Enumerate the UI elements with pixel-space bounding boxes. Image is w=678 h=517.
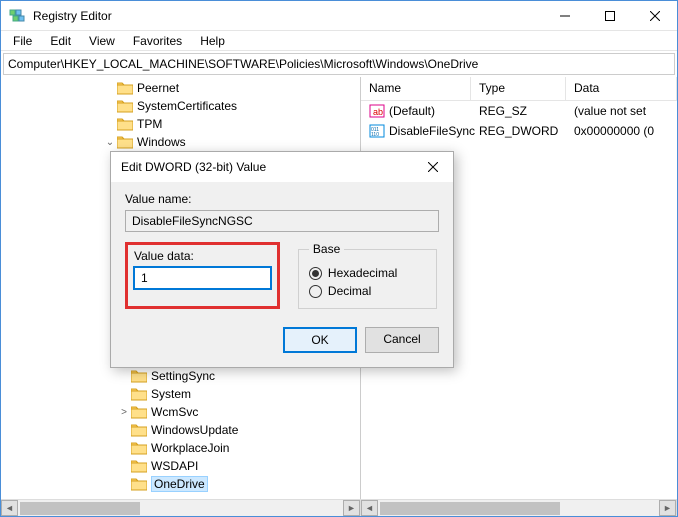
tree-item-systemcertificates[interactable]: SystemCertificates (1, 97, 360, 115)
minimize-button[interactable] (542, 1, 587, 31)
svg-text:ab: ab (373, 107, 383, 117)
value-data-input[interactable] (134, 267, 271, 289)
tree-item-wcmsvc[interactable]: > WcmSvc (1, 403, 360, 421)
col-name[interactable]: Name (361, 77, 471, 100)
tree-item-system[interactable]: System (1, 385, 360, 403)
base-fieldset: Base Hexadecimal Decimal (298, 242, 437, 309)
app-icon (9, 8, 25, 24)
edit-dword-dialog: Edit DWORD (32-bit) Value Value name: Di… (110, 151, 454, 368)
tree-scroll-thumb[interactable] (20, 502, 140, 515)
menu-view[interactable]: View (81, 32, 123, 50)
value-type: REG_SZ (479, 104, 527, 118)
tree-scroll-right[interactable]: ► (343, 500, 360, 516)
tree-scroll-track[interactable] (18, 500, 343, 516)
menu-help[interactable]: Help (192, 32, 233, 50)
radio-dec-label: Decimal (328, 284, 371, 298)
tree-label: SystemCertificates (137, 99, 237, 113)
menubar: File Edit View Favorites Help (1, 31, 677, 51)
tree-label: WcmSvc (151, 405, 198, 419)
tree-label: OneDrive (151, 476, 208, 492)
radio-dec[interactable] (309, 285, 322, 298)
tree-label: WSDAPI (151, 459, 198, 473)
address-text: Computer\HKEY_LOCAL_MACHINE\SOFTWARE\Pol… (8, 57, 478, 71)
tree-item-peernet[interactable]: Peernet (1, 79, 360, 97)
chevron-icon[interactable]: > (117, 407, 131, 418)
chevron-icon[interactable]: ⌄ (103, 137, 117, 148)
bottom-scrollbars: ◄ ► ◄ ► (1, 499, 677, 516)
tree-scroll-left[interactable]: ◄ (1, 500, 18, 516)
tree-item-tpm[interactable]: TPM (1, 115, 360, 133)
value-name-label: Value name: (125, 192, 439, 206)
tree-item-settingsync[interactable]: SettingSync (1, 367, 360, 385)
radio-dec-row[interactable]: Decimal (309, 284, 426, 298)
dialog-titlebar[interactable]: Edit DWORD (32-bit) Value (111, 152, 453, 182)
list-scroll-thumb[interactable] (380, 502, 560, 515)
close-icon (428, 162, 438, 172)
list-row[interactable]: 011110DisableFileSyncREG_DWORD0x00000000… (361, 121, 677, 141)
list-scroll-right[interactable]: ► (659, 500, 676, 516)
col-data[interactable]: Data (566, 77, 677, 100)
value-type: REG_DWORD (479, 124, 558, 138)
list-scroll-track[interactable] (378, 500, 659, 516)
value-data-label: Value data: (134, 249, 271, 263)
list-header: Name Type Data (361, 77, 677, 101)
value-name: DisableFileSync (389, 124, 475, 138)
tree-item-windows[interactable]: ⌄ Windows (1, 133, 360, 151)
tree-label: TPM (137, 117, 162, 131)
tree-item-onedrive[interactable]: OneDrive (1, 475, 360, 493)
minimize-icon (560, 11, 570, 21)
svg-text:110: 110 (371, 132, 379, 138)
maximize-icon (605, 11, 615, 21)
value-data: (value not set (574, 104, 646, 118)
menu-favorites[interactable]: Favorites (125, 32, 190, 50)
tree-label: WorkplaceJoin (151, 441, 229, 455)
radio-hex-label: Hexadecimal (328, 266, 397, 280)
tree-label: Peernet (137, 81, 179, 95)
list-scroll-left[interactable]: ◄ (361, 500, 378, 516)
tree-label: WindowsUpdate (151, 423, 238, 437)
tree-item-wsdapi[interactable]: WSDAPI (1, 457, 360, 475)
radio-hex-row[interactable]: Hexadecimal (309, 266, 426, 280)
tree-item-windowsupdate[interactable]: WindowsUpdate (1, 421, 360, 439)
tree-label: System (151, 387, 191, 401)
radio-hex[interactable] (309, 267, 322, 280)
dialog-title: Edit DWORD (32-bit) Value (121, 160, 413, 174)
value-name-field[interactable]: DisableFileSyncNGSC (125, 210, 439, 232)
menu-file[interactable]: File (5, 32, 40, 50)
tree-label: Windows (137, 135, 186, 149)
titlebar: Registry Editor (1, 1, 677, 31)
value-name: (Default) (389, 104, 435, 118)
close-button[interactable] (632, 1, 677, 31)
tree-label: SettingSync (151, 369, 215, 383)
base-legend: Base (309, 242, 344, 256)
list-row[interactable]: ab (Default) REG_SZ (value not set (361, 101, 677, 121)
close-icon (650, 11, 660, 21)
window-title: Registry Editor (33, 9, 542, 23)
cancel-button[interactable]: Cancel (365, 327, 439, 353)
address-bar[interactable]: Computer\HKEY_LOCAL_MACHINE\SOFTWARE\Pol… (3, 53, 675, 75)
ok-button[interactable]: OK (283, 327, 357, 353)
value-data: 0x00000000 (0 (574, 124, 654, 138)
dialog-close-button[interactable] (413, 152, 453, 182)
maximize-button[interactable] (587, 1, 632, 31)
col-type[interactable]: Type (471, 77, 566, 100)
menu-edit[interactable]: Edit (42, 32, 79, 50)
tree-item-workplacejoin[interactable]: WorkplaceJoin (1, 439, 360, 457)
highlight-box: Value data: (125, 242, 280, 309)
